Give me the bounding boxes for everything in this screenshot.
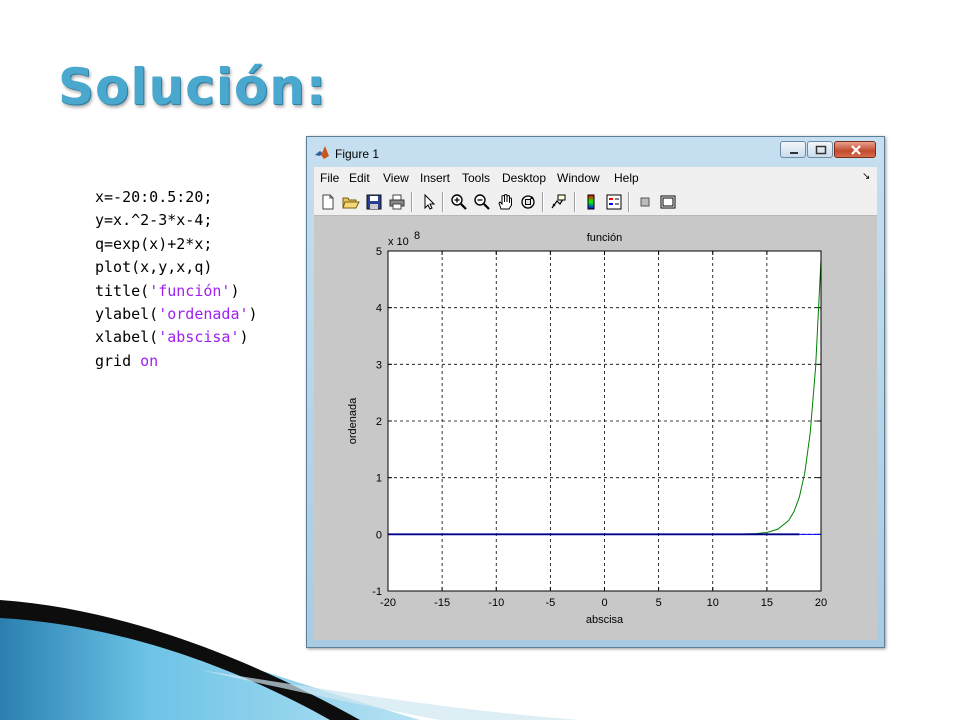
menu-edit[interactable]: Edit (349, 171, 370, 185)
menu-bar: File Edit View Insert Tools Desktop Wind… (314, 167, 877, 188)
toolbar-separator (574, 192, 576, 212)
data-cursor-icon[interactable] (550, 193, 568, 211)
toolbar-separator (411, 192, 413, 212)
code-string: 'abscisa' (158, 328, 240, 347)
close-icon (851, 145, 861, 155)
chart-title: función (587, 232, 622, 244)
y-tick-label: -1 (372, 586, 382, 598)
maximize-icon (815, 145, 827, 155)
x-tick-label: 15 (761, 597, 773, 609)
legend-icon[interactable] (605, 193, 623, 211)
zoom-out-icon[interactable] (473, 193, 491, 211)
code-line: q=exp(x)+2*x; (95, 233, 258, 256)
code-line: title('función') (95, 280, 258, 303)
pan-hand-icon[interactable] (496, 193, 514, 211)
code-text: plot(x,y,x,q) (95, 258, 213, 277)
x-tick-label: 0 (601, 597, 607, 609)
code-line: xlabel('abscisa') (95, 326, 258, 349)
hide-plot-tools-icon[interactable] (636, 193, 654, 211)
y-tick-label: 0 (376, 529, 382, 541)
zoom-in-icon[interactable] (450, 193, 468, 211)
open-folder-icon[interactable] (342, 193, 360, 211)
toolbar-separator (442, 192, 444, 212)
code-text: y=x.^2-3*x-4; (95, 211, 213, 230)
figure-toolbar (314, 188, 877, 216)
code-text: q=exp(x)+2*x; (95, 234, 213, 253)
x-tick-label: 5 (656, 597, 662, 609)
y-tick-label: 3 (376, 359, 382, 371)
y-exponent-label: x 10 (388, 236, 409, 248)
x-tick-label: 20 (815, 597, 827, 609)
colorbar-icon[interactable] (582, 193, 600, 211)
figure-window: Figure 1 File Edit View Insert Tools Des… (306, 136, 885, 648)
code-text: ) (230, 281, 240, 300)
code-text: title( (95, 281, 150, 300)
menu-desktop[interactable]: Desktop (502, 171, 546, 185)
show-plot-tools-icon[interactable] (659, 193, 677, 211)
y-tick-label: 2 (376, 416, 382, 428)
minimize-icon (790, 152, 798, 154)
slide-title: Solución: (58, 58, 327, 116)
x-axis-label: abscisa (586, 614, 624, 626)
code-line: plot(x,y,x,q) (95, 256, 258, 279)
menu-view[interactable]: View (383, 171, 409, 185)
toolbar-separator (628, 192, 630, 212)
matlab-logo-icon (315, 146, 329, 159)
figure-canvas: -20 -15 -10 -5 0 5 10 15 20 -1 0 1 2 3 4 5 función abscis… (314, 216, 877, 640)
y-axis-label: ordenada (347, 397, 359, 444)
close-button[interactable] (834, 141, 876, 158)
code-text: ) (248, 305, 258, 324)
code-text: grid (95, 351, 141, 370)
maximize-button[interactable] (807, 141, 833, 158)
code-listing: x=-20:0.5:20; y=x.^2-3*x-4; q=exp(x)+2*x; p… (95, 186, 258, 373)
code-text: ) (239, 328, 249, 347)
x-tick-label: -5 (545, 597, 555, 609)
menu-help[interactable]: Help (614, 171, 639, 185)
code-text: xlabel( (95, 328, 159, 347)
code-line: ylabel('ordenada') (95, 303, 258, 326)
x-tick-label: 10 (707, 597, 719, 609)
code-string: on (140, 351, 159, 370)
y-tick-label: 1 (376, 473, 382, 485)
code-line: grid on (95, 350, 258, 373)
menu-file[interactable]: File (320, 171, 339, 185)
toolbar-separator (542, 192, 544, 212)
menu-insert[interactable]: Insert (420, 171, 450, 185)
x-tick-label: -10 (488, 597, 504, 609)
menu-tools[interactable]: Tools (462, 171, 490, 185)
y-tick-label: 5 (376, 246, 382, 258)
code-line: y=x.^2-3*x-4; (95, 209, 258, 232)
line-chart: -20 -15 -10 -5 0 5 10 15 20-1012345funciónabscis… (347, 230, 827, 626)
code-text: ylabel( (95, 305, 159, 324)
window-titlebar[interactable]: Figure 1 (307, 137, 884, 167)
code-string: 'ordenada' (158, 305, 249, 324)
y-tick-label: 4 (376, 303, 382, 315)
code-text: x=-20:0.5:20; (95, 188, 213, 206)
minimize-button[interactable] (780, 141, 806, 158)
print-icon[interactable] (388, 193, 406, 211)
new-file-icon[interactable] (319, 193, 337, 211)
pointer-icon[interactable] (420, 193, 438, 211)
save-icon[interactable] (365, 193, 383, 211)
x-tick-label: -20 (380, 597, 396, 609)
code-string: 'función' (149, 281, 231, 300)
rotate-3d-icon[interactable] (519, 193, 537, 211)
code-line: x=-20:0.5:20; (95, 186, 258, 209)
dock-arrow-icon[interactable]: ↘ (862, 171, 870, 182)
y-exponent-power: 8 (414, 230, 420, 242)
window-title: Figure 1 (335, 147, 380, 161)
x-tick-label: -15 (434, 597, 450, 609)
menu-window[interactable]: Window (557, 171, 600, 185)
